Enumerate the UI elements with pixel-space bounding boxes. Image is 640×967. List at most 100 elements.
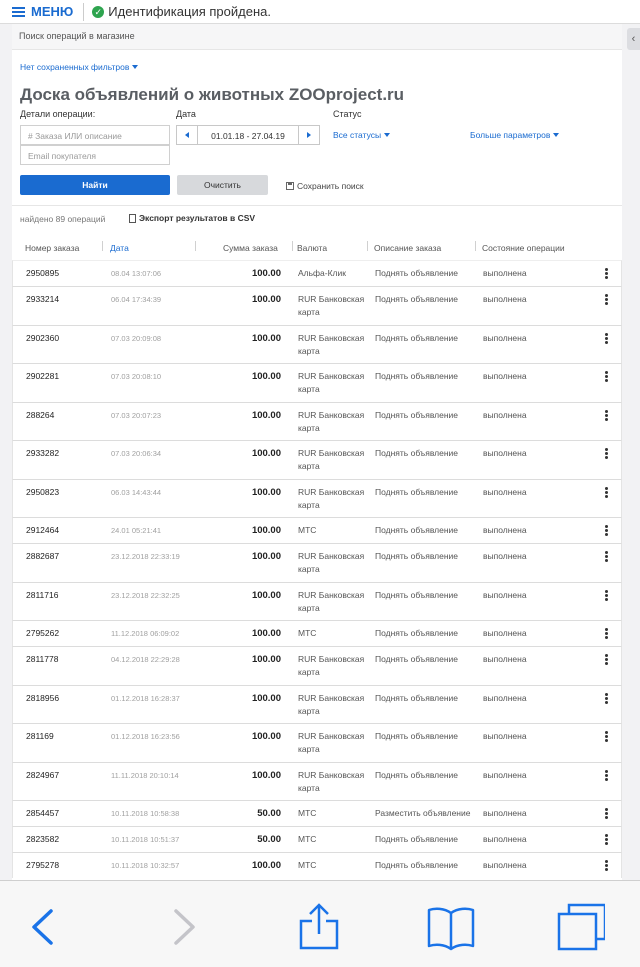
table-row[interactable]: 2950895 08.04 13:07:06 100.00 Альфа-Клик Под… (12, 260, 622, 286)
more-vertical-icon[interactable] (601, 834, 611, 846)
more-vertical-icon[interactable] (601, 860, 611, 872)
table-row[interactable]: 2823582 10.11.2018 10:51:37 50.00 МТС Поднят… (12, 826, 622, 852)
operation-state: выполнена (483, 692, 527, 703)
order-search-input[interactable]: # Заказа ИЛИ описание (20, 125, 170, 145)
more-vertical-icon[interactable] (601, 692, 611, 705)
order-description: Поднять объявление (375, 769, 458, 780)
order-description: Поднять объявление (375, 589, 458, 600)
clear-button[interactable]: Очистить (177, 175, 268, 195)
column-header-date[interactable]: Дата (110, 243, 129, 253)
more-vertical-icon[interactable] (601, 628, 611, 640)
back-icon[interactable] (19, 903, 67, 951)
more-vertical-icon[interactable] (601, 268, 611, 280)
order-currency: МТС (298, 628, 317, 638)
order-description: Поднять объявление (375, 371, 458, 381)
order-number: 2902281 (26, 371, 60, 381)
table-row[interactable]: 2902360 07.03 20:09:08 100.00 RUR Банковска… (12, 324, 622, 363)
bookmarks-icon[interactable] (427, 903, 475, 951)
order-sum: 100.00 (251, 769, 281, 781)
order-currency: RUR Банковская карта (298, 448, 365, 471)
more-vertical-icon[interactable] (601, 332, 611, 345)
more-vertical-icon[interactable] (601, 589, 611, 602)
column-header-sum[interactable]: Сумма заказа (223, 243, 278, 253)
column-header-order[interactable]: Номер заказа (25, 243, 79, 253)
table-row[interactable]: 2795278 10.11.2018 10:32:57 100.00 МТС Подня… (12, 852, 622, 878)
table-row[interactable]: 2912464 24.01 05:21:41 100.00 МТС Поднять об… (12, 517, 622, 543)
order-date: 10.11.2018 10:58:38 (111, 809, 180, 818)
order-description: Разместить объявление (375, 808, 471, 818)
order-sum: 100.00 (251, 409, 281, 421)
more-vertical-icon[interactable] (601, 551, 611, 563)
browser-toolbar (0, 880, 640, 967)
table-row[interactable]: 2811778 04.12.2018 22:29:28 100.00 RUR Банк… (12, 646, 622, 685)
order-currency: RUR Банковская карта (298, 692, 365, 716)
table-row[interactable]: 281169 01.12.2018 16:23:56 100.00 RUR Банко… (12, 723, 622, 762)
table-row[interactable]: 2902281 07.03 20:08:10 100.00 RUR Банковска… (12, 363, 622, 402)
operation-state: выполнена (483, 731, 527, 741)
table-row[interactable]: 2854457 10.11.2018 10:58:38 50.00 МТС Размес… (12, 800, 622, 826)
save-search-button[interactable]: Сохранить поиск (286, 181, 364, 191)
saved-filters-dropdown[interactable]: Нет сохраненных фильтров (20, 62, 139, 72)
table-row[interactable]: 2818956 01.12.2018 16:28:37 100.00 RUR Банк… (12, 684, 622, 723)
more-vertical-icon[interactable] (601, 409, 611, 422)
more-vertical-icon[interactable] (601, 486, 611, 499)
order-sum: 100.00 (251, 860, 281, 871)
order-description: Поднять объявление (375, 551, 458, 561)
more-vertical-icon[interactable] (601, 448, 611, 460)
order-currency: RUR Банковская карта (298, 731, 365, 754)
more-vertical-icon[interactable] (601, 769, 611, 782)
more-vertical-icon[interactable] (601, 654, 611, 666)
order-currency: RUR Банковская карта (298, 769, 365, 793)
table-row[interactable]: 2933214 06.04 17:34:39 100.00 RUR Банковска… (12, 286, 622, 325)
more-vertical-icon[interactable] (601, 371, 611, 383)
forward-icon[interactable] (160, 903, 208, 951)
floppy-disk-icon (286, 182, 294, 190)
order-currency: RUR Банковская карта (298, 654, 365, 677)
more-vertical-icon[interactable] (601, 731, 611, 743)
email-field[interactable]: Email покупателя (20, 145, 170, 165)
order-number: 2902360 (26, 332, 60, 343)
status-dropdown[interactable]: Все статусы (333, 130, 391, 140)
menu-button[interactable]: МЕНЮ (12, 4, 73, 19)
tabs-icon[interactable] (557, 903, 605, 951)
table-row[interactable]: 2811716 23.12.2018 22:32:25 100.00 RUR Банк… (12, 581, 622, 620)
order-date: 23.12.2018 22:32:25 (111, 590, 180, 600)
order-sum: 100.00 (251, 628, 281, 639)
more-vertical-icon[interactable] (601, 294, 611, 306)
column-header-state[interactable]: Состояние операции (482, 243, 565, 253)
table-row[interactable]: 2795262 11.12.2018 06:09:02 100.00 МТС Подня… (12, 620, 622, 646)
table-row[interactable]: 2950823 06.03 14:43:44 100.00 RUR Банковска… (12, 478, 622, 517)
column-header-currency[interactable]: Валюта (297, 243, 327, 253)
order-sum: 100.00 (251, 486, 281, 498)
order-sum: 50.00 (257, 808, 281, 819)
more-params-dropdown[interactable]: Больше параметров (470, 130, 560, 140)
date-next-button[interactable] (299, 126, 319, 144)
order-date: 06.03 14:43:44 (111, 487, 162, 497)
more-vertical-icon[interactable] (601, 525, 611, 537)
order-currency: RUR Банковская карта (298, 551, 365, 574)
share-icon[interactable] (295, 903, 343, 951)
table-row[interactable]: 2824967 11.11.2018 20:10:14 100.00 RUR Банк… (12, 761, 622, 800)
operation-state: выполнена (483, 589, 527, 600)
identification-status: Идентификация пройдена. (108, 4, 271, 19)
export-csv-button[interactable]: Экспорт результатов в CSV (129, 213, 255, 223)
order-currency: RUR Банковская карта (298, 409, 365, 433)
date-range-value[interactable]: 01.01.18 - 27.04.19 (197, 126, 299, 144)
table-row[interactable]: 288264 07.03 20:07:23 100.00 RUR Банковская… (12, 401, 622, 440)
order-sum: 100.00 (251, 268, 281, 279)
more-params-label: Больше параметров (470, 130, 551, 140)
order-description: Поднять объявление (375, 731, 458, 741)
column-header-description[interactable]: Описание заказа (374, 243, 441, 253)
table-row[interactable]: 2882687 23.12.2018 22:33:19 100.00 RUR Банк… (12, 543, 622, 582)
collapse-panel-button[interactable]: ‹ (627, 28, 640, 50)
order-date: 06.04 17:34:39 (111, 295, 162, 304)
date-prev-button[interactable] (177, 126, 197, 144)
operation-state: выполнена (483, 769, 527, 780)
order-date: 11.11.2018 20:10:14 (111, 770, 179, 780)
more-vertical-icon[interactable] (601, 808, 611, 820)
order-number: 2811716 (26, 589, 59, 600)
operation-state: выполнена (483, 294, 527, 304)
order-date: 08.04 13:07:06 (111, 269, 162, 278)
table-row[interactable]: 2933282 07.03 20:06:34 100.00 RUR Банковска… (12, 440, 622, 479)
find-button[interactable]: Найти (20, 175, 170, 195)
